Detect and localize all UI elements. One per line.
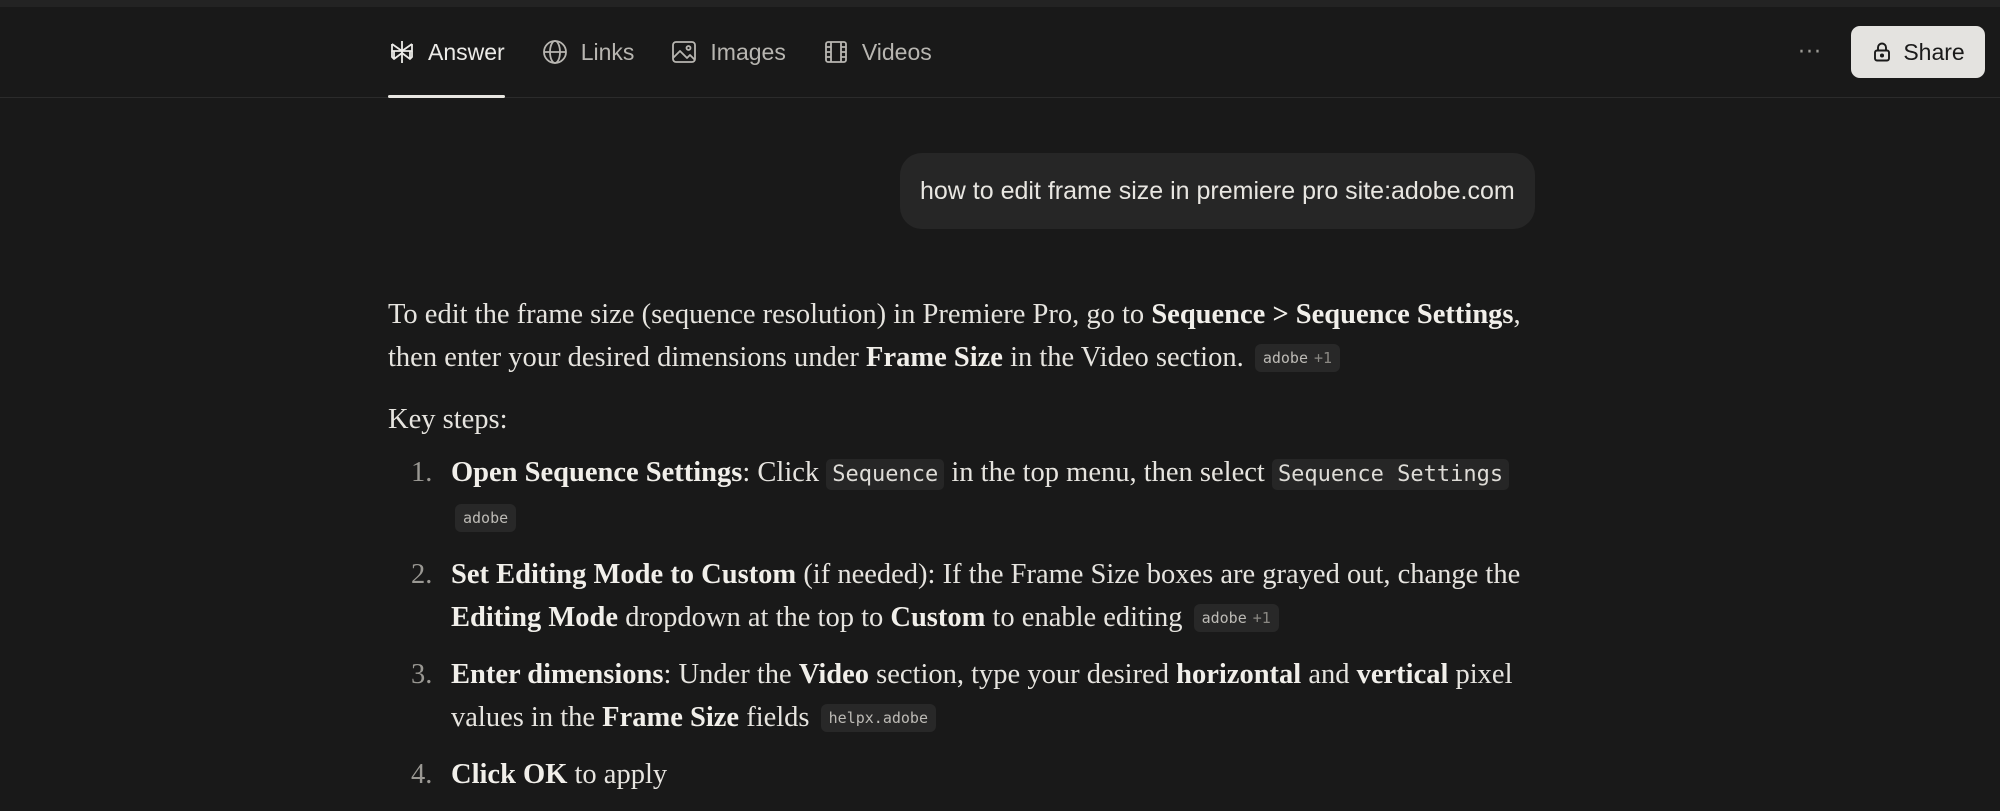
list-item: 2. Set Editing Mode to Custom (if needed… [388,553,1548,639]
step-title: Set Editing Mode to Custom [451,559,797,590]
list-number: 3. [411,659,433,690]
tab-answer[interactable]: Answer [388,7,505,98]
tab-links-label: Links [580,38,635,65]
step-bold-text: horizontal [1176,659,1302,690]
step-text: to enable editing [985,602,1183,633]
step-text: to apply [567,759,668,790]
share-button-label: Share [1903,38,1965,65]
list-number: 1. [411,457,433,488]
citation-source: helpx.adobe [828,709,928,727]
share-button[interactable]: Share [1851,26,1985,78]
citation-source: adobe [1262,349,1308,367]
step-title: Open Sequence Settings [451,457,743,488]
tab-videos-label: Videos [861,38,932,65]
list-item: 3. Enter dimensions: Under the Video sec… [388,653,1548,739]
citation-more-count: +1 [1252,609,1271,627]
answer-text: To edit the frame size (sequence resolut… [388,299,1152,330]
list-item: 4. Click OK to apply [388,753,1548,796]
step-text: : Click [742,457,827,488]
inline-code: Sequence Settings [1271,459,1510,490]
more-icon: ··· [1798,39,1822,65]
steps-list: 1. Open Sequence Settings: Click Sequenc… [388,451,1548,796]
citation-more-count: +1 [1314,349,1333,367]
answer-text: in the Video section. [1002,342,1244,373]
user-query-text: how to edit frame size in premiere pro s… [920,176,1515,205]
list-item: 1. Open Sequence Settings: Click Sequenc… [388,451,1548,539]
step-title: Click OK [451,759,568,790]
answer-body: To edit the frame size (sequence resolut… [388,293,1548,810]
key-steps-heading: Key steps: [388,404,508,435]
step-text: fields [739,702,810,733]
tab-images[interactable]: Images [670,7,786,97]
answer-intro: To edit the frame size (sequence resolut… [388,293,1548,379]
step-bold-text: Custom [890,602,986,633]
answer-bold-text: Sequence > Sequence Settings [1151,299,1514,330]
step-bold-text: vertical [1356,659,1449,690]
step-bold-text: Video [798,659,870,690]
citation-badge[interactable]: adobe +1 [1193,604,1279,632]
tab-images-label: Images [710,38,786,65]
step-text: section, type your desired [869,659,1177,690]
tab-answer-label: Answer [428,38,505,65]
globe-icon [542,40,567,64]
step-title: Enter dimensions [451,659,664,690]
film-icon [824,41,847,63]
citation-source: adobe [463,509,509,527]
step-text: dropdown at the top to [618,602,891,633]
image-icon [672,41,697,63]
window-top-strip [0,0,2000,7]
lock-icon [1874,42,1891,62]
step-text: in the top menu, then select [944,457,1272,488]
step-text: : Under the [663,659,799,690]
citation-badge[interactable]: adobe [455,504,517,532]
answer-bold-text: Frame Size [866,342,1003,373]
step-bold-text: Frame Size [602,702,740,733]
citation-source: adobe [1201,609,1247,627]
citation-badge[interactable]: helpx.adobe [820,704,936,732]
tab-links[interactable]: Links [541,7,635,97]
step-bold-text: Editing Mode [451,602,619,633]
step-text: and [1301,659,1357,690]
more-options-button[interactable]: ··· [1790,32,1830,72]
result-tabs: Answer Links Images Videos [388,7,968,98]
user-query-bubble: how to edit frame size in premiere pro s… [900,153,1535,229]
step-text: (if needed): If the Frame Size boxes are… [796,559,1521,590]
top-header: Answer Links Images Videos ··· Share [0,7,2000,98]
perplexity-logo-icon [391,41,413,63]
list-number: 2. [411,559,433,590]
tab-videos[interactable]: Videos [822,7,932,97]
list-number: 4. [411,759,433,790]
inline-code: Sequence [826,459,945,490]
citation-badge[interactable]: adobe +1 [1254,344,1341,372]
